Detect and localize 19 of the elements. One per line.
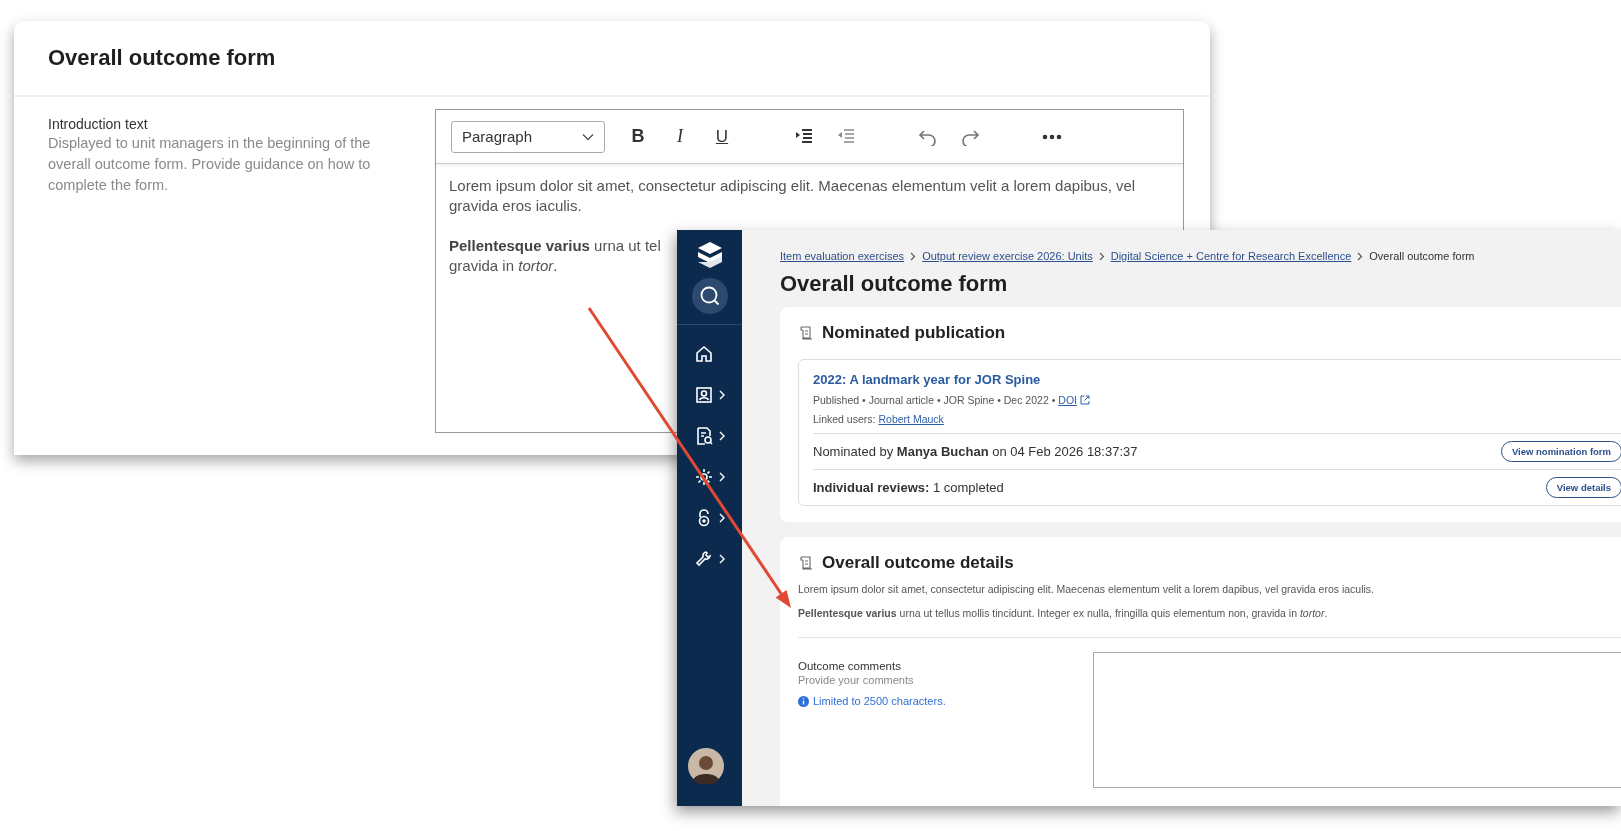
character-limit-note: Limited to 2500 characters. [813,695,946,707]
row-text: Nominated by Manya Buchan on 04 Feb 2026 18:37:37 [813,444,1138,459]
editor-text: Pellentesque varius urna ut tel [449,236,661,256]
card-heading: Overall outcome details [822,553,1014,573]
field-help: Provide your comments [798,674,915,686]
card-heading: Nominated publication [822,323,1006,343]
field-help: Displayed to unit managers in the beginning of the overall outcome form. Provide guidance on how to complete the form. [48,134,372,195]
field-label: Introduction text [48,115,149,133]
window-title: Overall outcome form [48,45,276,71]
row-text: Individual reviews: 1 completed [813,480,1004,495]
breadcrumb-current: Overall outcome form [1369,250,1475,262]
editor-text: Lorem ipsum dolor sit amet, consectetur adipiscing elit. Maecenas elementum velit a lorem dapibus, vel gravida eros iaculis. [449,176,1137,216]
editor-text: gravida in tortor. [449,256,558,276]
field-label: Outcome comments [798,660,902,672]
linked-users-label: Linked users: [813,413,876,425]
publication-meta: Published • Journal article • JOR Spine • Dec 2022 • [813,394,1056,406]
page-title: Overall outcome form [780,271,1009,297]
description-text: Pellentesque varius urna ut tellus mollis tincidunt. Integer ex nulla, fringilla quis elementum non, gravida in tortor. [798,607,1329,619]
description-text: Lorem ipsum dolor sit amet, consectetur adipiscing elit. Maecenas elementum velit a lorem dapibus, vel gravida eros iaculis. [798,583,1376,595]
